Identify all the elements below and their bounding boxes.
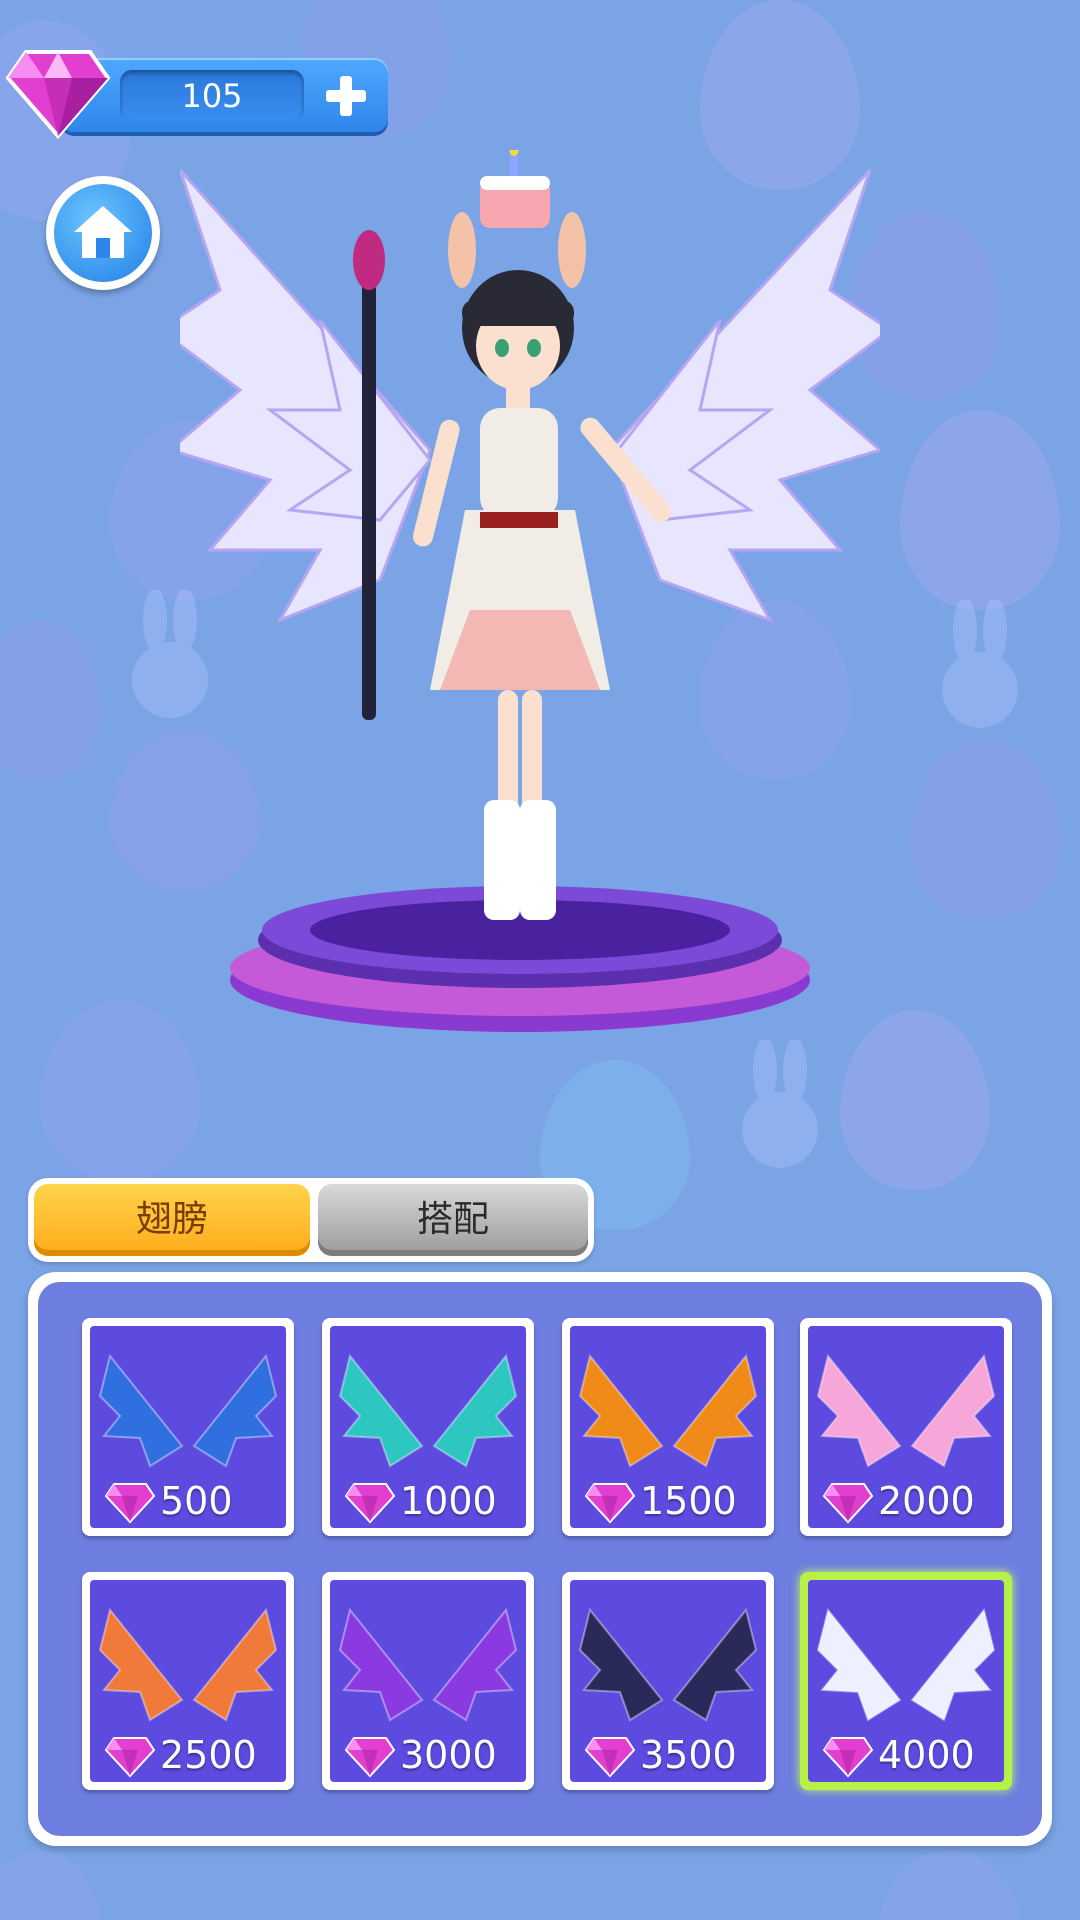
pink-diamond-icon bbox=[822, 1483, 874, 1524]
egg-decoration bbox=[910, 740, 1060, 920]
shop-item-card[interactable]: 3500 bbox=[562, 1572, 774, 1790]
character-display bbox=[157, 140, 893, 1050]
white-angel-wings-icon bbox=[816, 1607, 996, 1722]
teal-feather-wings-icon bbox=[338, 1353, 518, 1468]
tab-outfit[interactable]: 搭配 bbox=[318, 1184, 588, 1256]
dark-demon-wings-icon bbox=[578, 1607, 758, 1722]
pink-diamond-icon bbox=[822, 1737, 874, 1778]
pink-diamond-icon bbox=[584, 1737, 636, 1778]
item-price: 1000 bbox=[400, 1479, 497, 1523]
shop-item-card[interactable]: 500 bbox=[82, 1318, 294, 1536]
item-price: 3500 bbox=[640, 1733, 737, 1777]
character-illustration bbox=[157, 140, 893, 1032]
plus-icon bbox=[326, 76, 366, 116]
shop-item-face: 2000 bbox=[808, 1326, 1004, 1528]
bunny-decoration bbox=[942, 600, 1018, 728]
dragon-wings-icon bbox=[98, 1607, 278, 1722]
shop-item-face: 3500 bbox=[570, 1580, 766, 1782]
pink-diamond-icon bbox=[344, 1737, 396, 1778]
pink-diamond-icon bbox=[5, 50, 111, 140]
item-price: 4000 bbox=[878, 1733, 975, 1777]
shop-item-face: 2500 bbox=[90, 1580, 286, 1782]
add-gems-button[interactable] bbox=[320, 70, 372, 122]
shop-item-card[interactable]: 3000 bbox=[322, 1572, 534, 1790]
shop-item-card[interactable]: 2000 bbox=[800, 1318, 1012, 1536]
egg-decoration bbox=[0, 620, 100, 780]
shop-item-face: 4000 bbox=[808, 1580, 1004, 1782]
gem-count: 105 bbox=[120, 70, 304, 122]
shop-item-card[interactable]: 1000 bbox=[322, 1318, 534, 1536]
item-price: 1500 bbox=[640, 1479, 737, 1523]
item-price: 2000 bbox=[878, 1479, 975, 1523]
item-price: 2500 bbox=[160, 1733, 257, 1777]
fire-wings-icon bbox=[578, 1353, 758, 1468]
egg-decoration bbox=[880, 1850, 1020, 1920]
bunny-decoration bbox=[742, 1040, 818, 1168]
shop-item-face: 3000 bbox=[330, 1580, 526, 1782]
pink-diamond-icon bbox=[344, 1483, 396, 1524]
category-tabs: 翅膀 搭配 bbox=[28, 1178, 594, 1262]
egg-decoration bbox=[900, 410, 1060, 610]
shop-item-card[interactable]: 1500 bbox=[562, 1318, 774, 1536]
item-price: 500 bbox=[160, 1479, 233, 1523]
pink-diamond-icon bbox=[104, 1737, 156, 1778]
pink-diamond-icon bbox=[584, 1483, 636, 1524]
home-button-face bbox=[54, 184, 152, 282]
home-icon bbox=[74, 206, 132, 258]
home-button[interactable] bbox=[46, 176, 160, 290]
egg-decoration bbox=[0, 1850, 100, 1920]
shop-item-card[interactable]: 4000 bbox=[800, 1572, 1012, 1790]
egg-decoration bbox=[40, 1000, 200, 1180]
item-price: 3000 bbox=[400, 1733, 497, 1777]
shop-item-face: 1500 bbox=[570, 1326, 766, 1528]
pink-diamond-icon bbox=[104, 1483, 156, 1524]
blue-flower-wings-icon bbox=[98, 1353, 278, 1468]
shop-item-card[interactable]: 2500 bbox=[82, 1572, 294, 1790]
purple-butterfly-wings-icon bbox=[338, 1607, 518, 1722]
shop-item-face: 500 bbox=[90, 1326, 286, 1528]
shop-item-face: 1000 bbox=[330, 1326, 526, 1528]
gem-currency-bar: 105 bbox=[0, 40, 400, 150]
tab-wings[interactable]: 翅膀 bbox=[34, 1184, 310, 1256]
pink-angel-wings-icon bbox=[816, 1353, 996, 1468]
